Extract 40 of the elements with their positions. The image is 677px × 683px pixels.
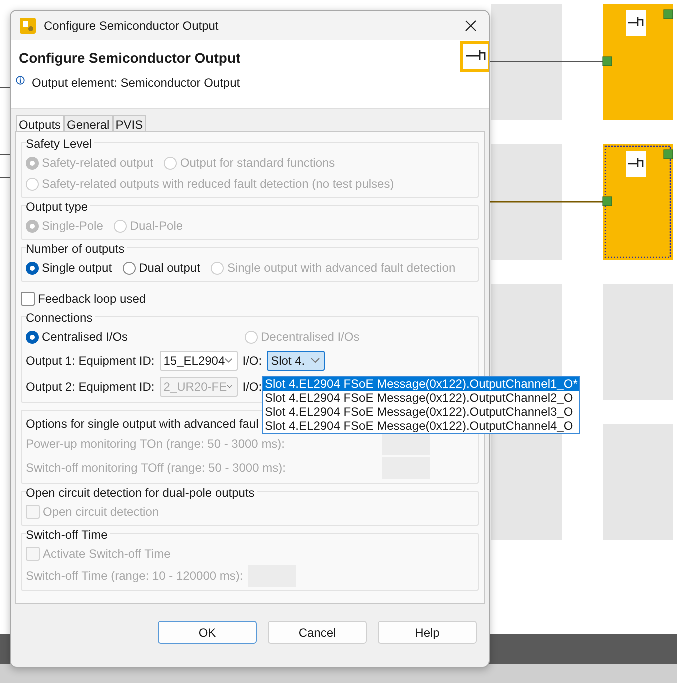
combo-box[interactable]: Slot 4. [267, 350, 326, 370]
dialog-button[interactable]: Cancel [268, 621, 367, 644]
chevron-icon [311, 358, 320, 364]
chevron-icon [227, 384, 233, 390]
list-option[interactable]: Slot 4.EL2904 FSoE Message(0x122).OutputChannel2_O [263, 391, 579, 405]
tab[interactable]: General [64, 115, 113, 131]
radio-button[interactable]: Single output [26, 261, 112, 275]
tab[interactable]: PVIS [112, 115, 146, 131]
field-label: Output 2: Equipment ID: [26, 380, 155, 394]
port-icon[interactable] [602, 56, 612, 66]
dialog-heading: Configure Semiconductor Output [19, 50, 242, 66]
chevron-icon [225, 358, 233, 364]
group-title: Number of outputs [26, 241, 127, 257]
info-text: Output element: Semiconductor Output [32, 76, 240, 90]
field-label: Output 1: Equipment ID: [26, 354, 155, 368]
field-label: Switch-off Time (range: 10 - 120000 ms): [26, 569, 244, 583]
dialog-button[interactable]: OK [158, 621, 257, 644]
dialog-button[interactable]: Help [378, 621, 477, 644]
list-option[interactable]: Slot 4.EL2904 FSoE Message(0x122).OutputChannel4_O [263, 419, 579, 433]
field-label: I/O: [242, 354, 262, 368]
window-title: Configure Semiconductor Output [44, 18, 220, 32]
radio-button[interactable]: Dual output [123, 261, 200, 275]
radio-button[interactable]: Centralised I/Os [26, 330, 234, 344]
group-title: Options for single output with advanced faul [26, 416, 261, 432]
close-icon[interactable] [465, 20, 477, 32]
port-icon[interactable] [602, 196, 612, 206]
function-block[interactable] [603, 144, 674, 260]
list-option[interactable]: Slot 4.EL2904 FSoE Message(0x122).OutputChannel1_O* [263, 377, 579, 391]
group-title: Open circuit detection for dual-pole outputs [26, 485, 257, 501]
checkbox[interactable]: Feedback loop used [21, 292, 146, 306]
group-title: Safety Level [26, 136, 94, 152]
connector-line [0, 154, 10, 156]
combo-box[interactable]: 15_EL2904 [160, 350, 238, 370]
field-label: Switch-off monitoring TOff (range: 50 - 3000 ms): [26, 461, 286, 475]
field-label: I/O: [242, 380, 262, 394]
field-label: Power-up monitoring TOn (range: 50 - 3000 ms): [26, 437, 286, 451]
info-icon [16, 76, 25, 85]
list-option[interactable]: Slot 4.EL2904 FSoE Message(0x122).OutputChannel3_O [263, 405, 579, 419]
app-icon [20, 18, 36, 34]
tab[interactable]: Outputs [16, 115, 64, 131]
